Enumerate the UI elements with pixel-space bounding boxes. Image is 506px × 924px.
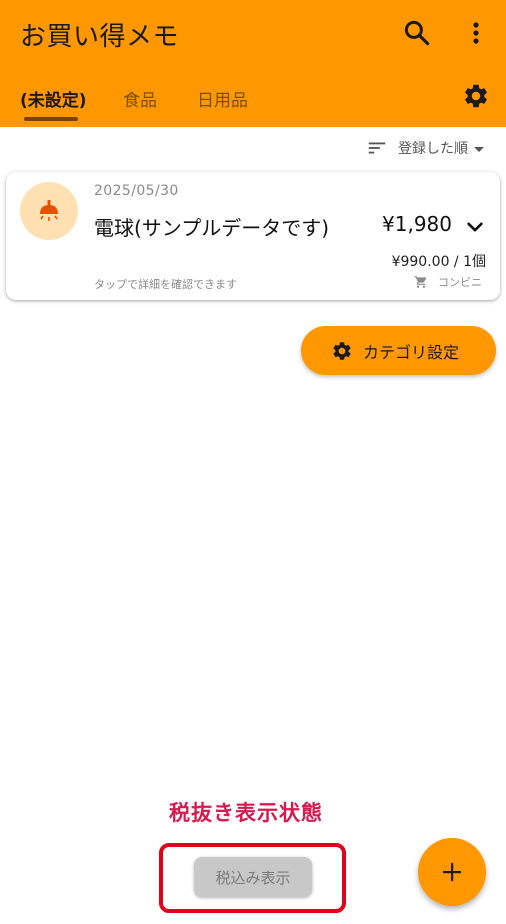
annotation-label: 税抜き表示状態: [169, 801, 323, 825]
app-bar: お買い得メモ (未設定) 食品 日用品: [0, 0, 506, 127]
sort-selector[interactable]: 登録した順: [366, 136, 484, 160]
tab-food[interactable]: 食品: [123, 86, 157, 111]
gear-icon: [465, 84, 487, 108]
cart-icon: [414, 276, 427, 288]
tap-hint: タップで詳細を確認できます: [94, 278, 237, 291]
plus-icon: [443, 863, 461, 881]
tab-unset[interactable]: (未設定): [20, 86, 87, 111]
search-button[interactable]: [402, 18, 432, 48]
unit-price: ¥990.00 / 1個: [391, 254, 486, 270]
category-tabs: (未設定) 食品 日用品: [0, 80, 506, 124]
store-info: コンビニ: [414, 274, 482, 290]
purchase-date: 2025/05/30: [94, 183, 179, 199]
store-name: コンビニ: [438, 276, 482, 289]
active-tab-indicator: [24, 117, 78, 121]
tab-settings-button[interactable]: [462, 82, 490, 110]
category-settings-button[interactable]: カテゴリ設定: [301, 326, 496, 375]
expand-button[interactable]: [464, 216, 486, 238]
more-options-button[interactable]: [464, 18, 488, 48]
sort-icon: [368, 142, 386, 154]
category-settings-label: カテゴリ設定: [363, 342, 460, 362]
item-card[interactable]: 2025/05/30 電球(サンプルデータです) ¥1,980 ¥990.00 …: [6, 172, 500, 300]
gear-icon: [333, 341, 351, 360]
app-title: お買い得メモ: [20, 22, 180, 52]
tab-daily-goods[interactable]: 日用品: [197, 86, 248, 111]
chevron-down-icon: [467, 222, 483, 232]
sort-label: 登録した順: [398, 141, 468, 157]
search-icon: [404, 20, 430, 46]
category-avatar: [20, 182, 78, 240]
add-item-button[interactable]: [418, 838, 486, 906]
lamp-icon: [40, 200, 58, 221]
more-vert-icon: [473, 22, 479, 44]
tax-display-toggle-button[interactable]: 税込み表示: [194, 857, 312, 897]
dropdown-caret-icon: [474, 146, 484, 152]
item-price: ¥1,980: [382, 212, 452, 236]
item-name: 電球(サンプルデータです): [94, 216, 330, 240]
